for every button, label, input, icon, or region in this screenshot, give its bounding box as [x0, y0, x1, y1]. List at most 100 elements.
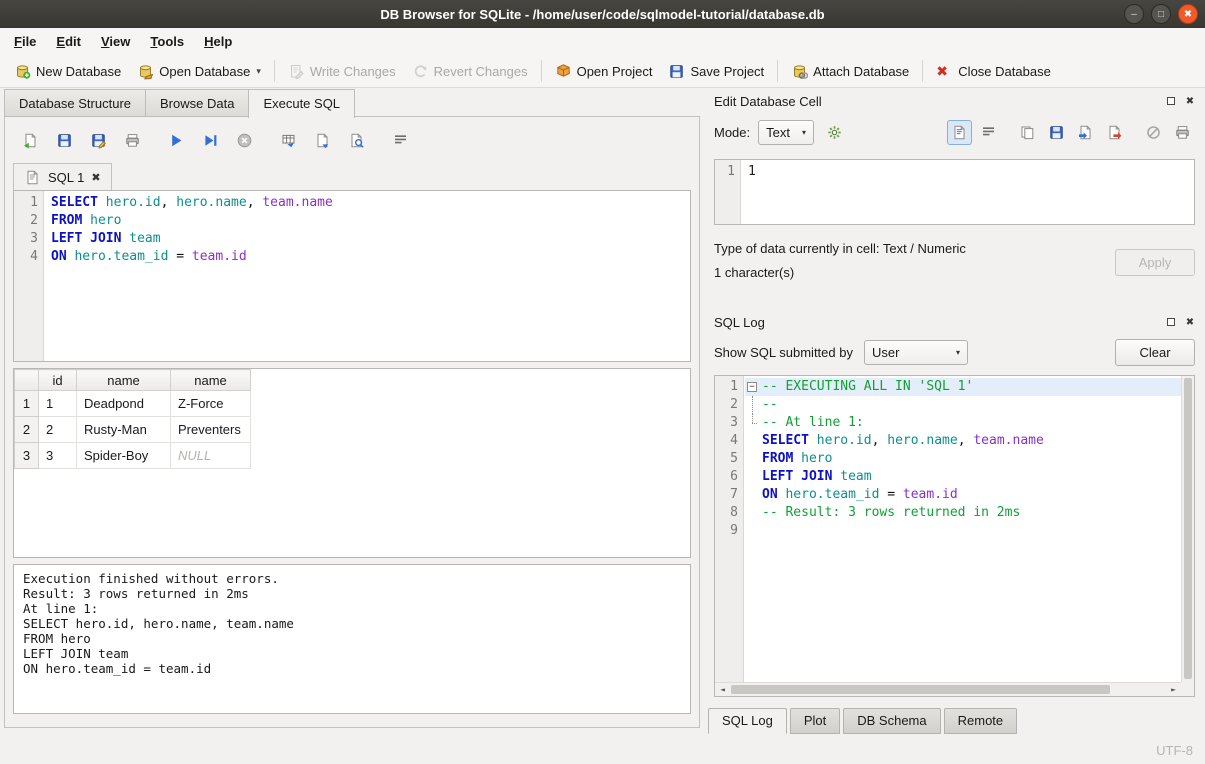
cell-line-number: 1 — [715, 163, 735, 181]
output-line: Execution finished without errors. — [23, 571, 681, 586]
attach-database-button[interactable]: Attach Database — [783, 60, 917, 83]
horizontal-scrollbar[interactable]: ◄ ► — [715, 682, 1181, 696]
save-sql-file-button[interactable] — [51, 127, 77, 153]
table-cell[interactable]: 2 — [39, 417, 77, 443]
submitted-by-select[interactable]: User ▾ — [864, 340, 968, 365]
vertical-scrollbar[interactable] — [1181, 376, 1194, 682]
clear-button[interactable]: Clear — [1115, 339, 1195, 366]
sql-toolbar — [13, 125, 691, 155]
window-controls: – □ ✖ — [1124, 4, 1198, 24]
table-cell[interactable]: Spider-Boy — [77, 443, 171, 469]
cell-editor[interactable]: 1 1 — [714, 159, 1195, 225]
copy-cell-button[interactable] — [1015, 120, 1040, 145]
table-cell[interactable]: Rusty-Man — [77, 417, 171, 443]
export-sql-button[interactable] — [309, 127, 335, 153]
dock-close-icon[interactable]: ✖ — [1183, 315, 1197, 329]
minimize-icon[interactable]: – — [1124, 4, 1144, 24]
menu-help[interactable]: Help — [194, 28, 242, 55]
scrollbar-thumb[interactable] — [731, 685, 1110, 694]
cell-editor-content[interactable]: 1 — [741, 160, 1194, 224]
dock-tab-plot[interactable]: Plot — [790, 708, 840, 734]
dock-tab-remote[interactable]: Remote — [944, 708, 1018, 734]
revert-changes-button: Revert Changes — [404, 60, 536, 83]
dock-tab-sql-log[interactable]: SQL Log — [708, 708, 787, 734]
write-icon — [288, 63, 305, 80]
sql-log-view[interactable]: 123456789 −-- EXECUTING ALL IN 'SQL 1'--… — [714, 375, 1195, 697]
cell-value: 1 — [748, 163, 1194, 181]
dock-tab-db-schema[interactable]: DB Schema — [843, 708, 940, 734]
word-wrap-button[interactable] — [387, 127, 413, 153]
editor-gutter: 1234 — [14, 191, 44, 361]
toolbar-separator — [541, 60, 542, 82]
export-cell-button[interactable] — [1102, 120, 1127, 145]
log-gutter: 123456789 — [715, 376, 744, 682]
save-sql-as-button[interactable] — [85, 127, 111, 153]
menu-tools[interactable]: Tools — [140, 28, 194, 55]
table-cell[interactable]: Z-Force — [171, 391, 251, 417]
execute-line-button[interactable] — [197, 127, 223, 153]
text-mode-button[interactable] — [947, 120, 972, 145]
close-database-label: Close Database — [958, 64, 1051, 79]
sql-tab-bar: SQL 1 ✖ — [13, 163, 691, 190]
table-cell[interactable]: 3 — [39, 443, 77, 469]
table-row: 33Spider-BoyNULL — [15, 443, 251, 469]
word-wrap-cell-button[interactable] — [976, 120, 1001, 145]
print-cell-icon — [1174, 124, 1191, 141]
column-header-id[interactable]: id — [39, 370, 77, 391]
table-cell[interactable]: 1 — [39, 391, 77, 417]
dock-float-icon[interactable] — [1164, 94, 1178, 108]
menu-edit[interactable]: Edit — [46, 28, 91, 55]
column-header-name[interactable]: name — [77, 370, 171, 391]
scroll-right-icon[interactable]: ► — [1166, 681, 1181, 698]
table-cell[interactable]: NULL — [171, 443, 251, 469]
row-number-header — [15, 370, 39, 391]
new-database-button[interactable]: New Database — [6, 60, 129, 83]
results-grid: idnamename11DeadpondZ-Force22Rusty-ManPr… — [13, 368, 691, 558]
sql-editor[interactable]: 1234SELECT hero.id, hero.name, team.name… — [13, 190, 691, 362]
mode-select[interactable]: Text ▾ — [758, 120, 814, 145]
table-cell[interactable]: Preventers — [171, 417, 251, 443]
export-table-button[interactable] — [275, 127, 301, 153]
dropdown-caret-icon[interactable]: ▾ — [256, 66, 261, 77]
find-button[interactable] — [343, 127, 369, 153]
open-sql-file-button[interactable] — [17, 127, 43, 153]
tab-browse-data[interactable]: Browse Data — [145, 89, 248, 117]
close-icon[interactable]: ✖ — [1178, 4, 1198, 24]
save-cell-button[interactable] — [1044, 120, 1069, 145]
execution-output[interactable]: Execution finished without errors.Result… — [13, 564, 691, 714]
fold-marker-icon[interactable]: − — [745, 378, 762, 396]
cell-editor-gutter: 1 — [715, 160, 741, 224]
import-cell-button[interactable] — [1073, 120, 1098, 145]
set-null-button[interactable] — [1141, 120, 1166, 145]
menu-view[interactable]: View — [91, 28, 140, 55]
mode-value: Text — [766, 125, 790, 140]
sql-log-dock-title: SQL Log ✖ — [706, 309, 1203, 333]
execute-all-button[interactable] — [163, 127, 189, 153]
open-database-button[interactable]: Open Database▾ — [129, 60, 269, 83]
open-sql-file-icon — [22, 132, 39, 149]
dock-float-icon[interactable] — [1164, 315, 1178, 329]
mode-settings-button[interactable] — [822, 120, 847, 145]
close-database-button[interactable]: ✖Close Database — [928, 60, 1059, 83]
close-tab-icon[interactable]: ✖ — [91, 171, 100, 184]
db-open-icon — [137, 63, 154, 80]
tab-execute-sql[interactable]: Execute SQL — [248, 89, 355, 118]
editor-content[interactable]: SELECT hero.id, hero.name, team.nameFROM… — [44, 191, 690, 361]
maximize-icon[interactable]: □ — [1151, 4, 1171, 24]
open-project-button[interactable]: Open Project — [547, 60, 661, 83]
print-sql-button[interactable] — [119, 127, 145, 153]
menu-file[interactable]: File — [4, 28, 46, 55]
save-project-button[interactable]: Save Project — [660, 60, 772, 83]
column-header-name[interactable]: name — [171, 370, 251, 391]
table-cell[interactable]: Deadpond — [77, 391, 171, 417]
output-line: FROM hero — [23, 631, 681, 646]
proj-save-icon — [668, 63, 685, 80]
print-sql-icon — [124, 132, 141, 149]
revert-icon — [412, 63, 429, 80]
dock-close-icon[interactable]: ✖ — [1183, 94, 1197, 108]
sql-editor-tab[interactable]: SQL 1 ✖ — [13, 163, 112, 190]
print-cell-button[interactable] — [1170, 120, 1195, 145]
scroll-left-icon[interactable]: ◄ — [715, 681, 730, 698]
tab-database-structure[interactable]: Database Structure — [4, 89, 145, 117]
row-number: 1 — [15, 391, 39, 417]
